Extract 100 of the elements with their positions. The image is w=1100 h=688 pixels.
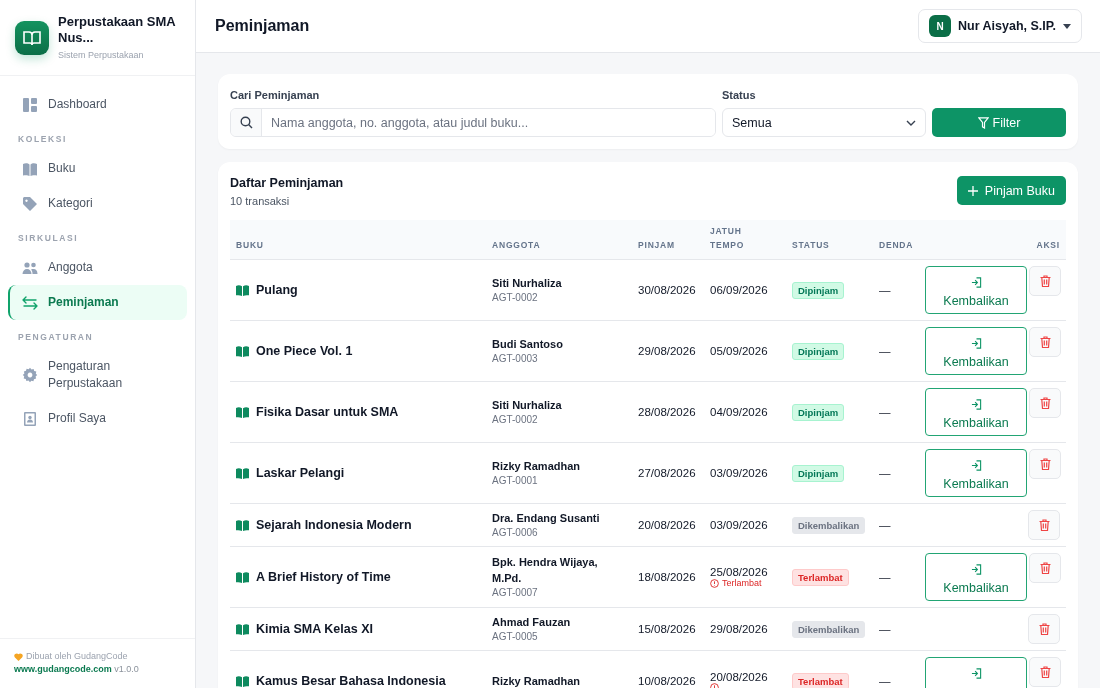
return-icon	[970, 338, 982, 349]
member-id: AGT-0002	[492, 413, 538, 427]
trash-icon	[1038, 519, 1050, 531]
trash-icon	[1039, 336, 1051, 348]
due-date: 06/09/2026	[710, 284, 768, 296]
book-icon	[236, 571, 249, 583]
version-text: v1.0.0	[114, 664, 139, 674]
book-title: Pulang	[256, 283, 298, 297]
book-title: Kimia SMA Kelas XI	[256, 622, 373, 636]
warning-icon	[710, 578, 719, 588]
status-badge: Dipinjam	[792, 403, 845, 421]
return-icon	[970, 399, 982, 410]
book-icon	[236, 467, 249, 479]
arrows-icon	[22, 294, 38, 311]
due-date: 04/09/2026	[710, 406, 768, 418]
book-icon	[236, 623, 249, 635]
return-icon	[970, 668, 982, 679]
nav-item[interactable]: Pengaturan Perpustakaan	[8, 349, 187, 401]
member-name: Dra. Endang Susanti	[492, 511, 600, 526]
book-title: One Piece Vol. 1	[256, 344, 353, 358]
credit-text: Dibuat oleh GudangCode	[26, 650, 128, 663]
nav-item[interactable]: Peminjaman	[8, 285, 187, 320]
return-button[interactable]: Kembalikan	[925, 327, 1027, 375]
add-loan-button[interactable]: Pinjam Buku	[956, 176, 1066, 205]
book-icon	[236, 345, 249, 357]
return-button[interactable]: Kembalikan	[925, 266, 1027, 314]
trash-icon	[1039, 275, 1051, 287]
fine-value: —	[878, 674, 892, 688]
status-badge: Terlambat	[792, 672, 849, 688]
member-name: Siti Nurhaliza	[492, 398, 562, 413]
member-name: Bpk. Hendra Wijaya, M.Pd.	[492, 555, 599, 586]
nav-item[interactable]: Profil Saya	[8, 401, 187, 436]
return-button[interactable]: Kembalikan	[925, 449, 1027, 497]
member-id: AGT-0006	[492, 526, 538, 540]
due-date: 25/08/2026	[710, 566, 768, 578]
status-badge: Dipinjam	[792, 464, 845, 482]
book-title: Kamus Besar Bahasa Indonesia	[256, 674, 446, 688]
section-heading: KOLEKSI	[17, 133, 68, 146]
return-icon	[970, 460, 982, 471]
member-id: AGT-0001	[492, 474, 538, 488]
book-icon	[236, 284, 249, 296]
search-field[interactable]: Nama anggota, no. anggota, atau judul buku...	[230, 108, 716, 137]
page-title: Peminjaman	[215, 17, 310, 35]
nav-item[interactable]: Buku	[8, 151, 187, 186]
book-icon	[236, 519, 249, 531]
column-header: ANGGOTA	[491, 239, 542, 252]
column-header: JATUH TEMPO	[709, 225, 746, 252]
delete-button[interactable]	[1029, 388, 1061, 418]
return-button[interactable]: Kembalikan	[925, 388, 1027, 436]
loan-date: 28/08/2026	[637, 405, 697, 420]
caret-icon	[1063, 23, 1071, 29]
status-label: Status	[722, 89, 757, 101]
due-date: 03/09/2026	[710, 519, 768, 531]
nav-item[interactable]: Dashboard	[8, 87, 187, 122]
column-header: AKSI	[1035, 239, 1061, 252]
status-dropdown[interactable]: Semua	[722, 108, 926, 137]
due-date: 29/08/2026	[710, 623, 768, 635]
trash-icon	[1039, 666, 1051, 678]
trash-icon	[1039, 458, 1051, 470]
tag-icon	[22, 195, 38, 212]
status-badge: Dipinjam	[792, 342, 845, 360]
member-id: AGT-0002	[492, 291, 538, 305]
delete-button[interactable]	[1028, 614, 1060, 644]
book-icon	[22, 160, 38, 177]
due-date: 20/08/2026	[710, 670, 768, 683]
trash-icon	[1038, 623, 1050, 635]
loan-date: 18/08/2026	[637, 570, 697, 585]
member-id: AGT-0007	[492, 586, 538, 600]
delete-button[interactable]	[1029, 327, 1061, 357]
dashboard-icon	[22, 96, 38, 113]
delete-button[interactable]	[1029, 449, 1061, 479]
fine-value: —	[878, 570, 892, 585]
nav-item[interactable]: Anggota	[8, 250, 187, 285]
column-header: STATUS	[791, 239, 831, 252]
delete-button[interactable]	[1029, 657, 1061, 687]
search-label: Cari Peminjaman	[230, 89, 321, 101]
due-date: 03/09/2026	[710, 467, 768, 479]
delete-button[interactable]	[1028, 510, 1060, 540]
chevron-down-icon	[906, 119, 916, 126]
app-name: Perpustakaan SMA Nus...	[58, 14, 177, 46]
delete-button[interactable]	[1029, 553, 1061, 583]
loan-date: 15/08/2026	[637, 622, 697, 637]
book-title: A Brief History of Time	[256, 570, 391, 584]
loan-date: 30/08/2026	[637, 283, 697, 298]
list-title: Daftar Peminjaman	[230, 176, 344, 190]
section-heading: PENGATURAN	[17, 331, 95, 344]
book-icon	[236, 406, 249, 418]
filter-button[interactable]: Filter	[932, 108, 1066, 137]
user-menu-button[interactable]: N Nur Aisyah, S.IP.	[918, 9, 1082, 43]
search-icon	[239, 116, 253, 129]
delete-button[interactable]	[1029, 266, 1061, 296]
member-name: Rizky Ramadhan	[492, 674, 581, 688]
return-icon	[970, 564, 982, 575]
transaction-count: 10 transaksi	[230, 195, 291, 207]
website-link[interactable]: www.gudangcode.com	[14, 664, 112, 674]
status-badge: Dikembalikan	[792, 516, 866, 534]
book-title: Laskar Pelangi	[256, 466, 345, 480]
return-button[interactable]: Kembalikan	[925, 553, 1027, 601]
member-name: Rizky Ramadhan	[492, 459, 581, 474]
nav-item[interactable]: Kategori	[8, 186, 187, 221]
